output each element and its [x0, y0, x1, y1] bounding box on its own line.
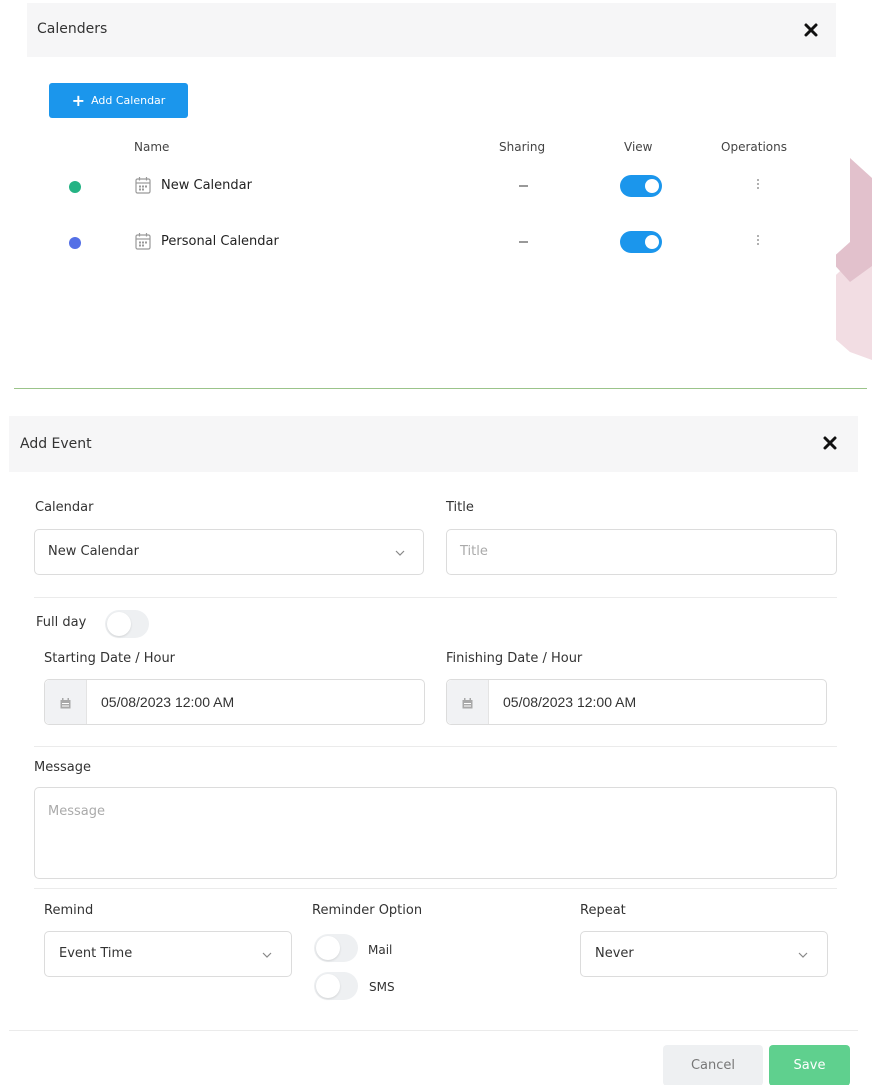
toggle-knob: [645, 179, 659, 193]
cancel-button[interactable]: Cancel: [663, 1045, 763, 1085]
mail-label: Mail: [368, 943, 393, 957]
repeat-select[interactable]: Never: [580, 931, 828, 977]
column-header-operations: Operations: [721, 140, 787, 154]
start-date-label: Starting Date / Hour: [44, 651, 176, 666]
title-input[interactable]: Title: [446, 529, 837, 575]
finish-date-input[interactable]: 05/08/2023 12:00 AM: [446, 679, 827, 725]
calendar-icon: [60, 698, 71, 709]
view-toggle[interactable]: [620, 175, 662, 197]
footer-divider: [9, 1030, 858, 1031]
finish-date-addon: [447, 680, 489, 724]
full-day-toggle[interactable]: [105, 610, 149, 638]
close-icon: [823, 436, 837, 450]
save-button[interactable]: Save: [769, 1045, 850, 1085]
sharing-dash: [519, 241, 528, 243]
column-header-view: View: [624, 140, 653, 154]
remind-select[interactable]: Event Time: [44, 931, 292, 977]
chevron-down-icon: [798, 952, 808, 958]
save-label: Save: [793, 1058, 826, 1073]
calendar-icon: [135, 232, 151, 250]
operations-menu-button[interactable]: [755, 234, 761, 250]
calendar-color-dot: [69, 237, 81, 249]
remind-select-value: Event Time: [59, 946, 133, 961]
chevron-down-icon: [395, 550, 405, 556]
calendar-row: New Calendar: [27, 166, 836, 206]
calendar-icon: [462, 698, 473, 709]
title-placeholder: Title: [460, 544, 488, 559]
divider: [34, 746, 837, 747]
toggle-knob: [107, 612, 131, 636]
toggle-knob: [316, 974, 340, 998]
plus-icon: +: [71, 90, 86, 110]
sms-label: SMS: [369, 980, 395, 994]
calendar-color-dot: [69, 181, 81, 193]
calendar-select-value: New Calendar: [48, 544, 139, 559]
calendars-title: Calenders: [37, 21, 108, 37]
close-add-event-button[interactable]: [821, 434, 843, 456]
repeat-label: Repeat: [580, 903, 626, 918]
operations-menu-button[interactable]: [755, 178, 761, 194]
divider: [34, 597, 837, 598]
full-day-label: Full day: [36, 615, 87, 630]
calendar-select[interactable]: New Calendar: [34, 529, 424, 575]
toggle-knob: [316, 936, 340, 960]
repeat-select-value: Never: [595, 946, 634, 961]
close-icon: [804, 23, 818, 37]
remind-label: Remind: [44, 903, 94, 918]
add-event-title: Add Event: [20, 436, 92, 452]
calendar-icon: [135, 176, 151, 194]
sharing-dash: [519, 185, 528, 187]
divider: [34, 888, 837, 889]
calendars-header: Calenders: [27, 3, 836, 57]
add-calendar-label: Add Calendar: [91, 94, 166, 107]
close-calendars-button[interactable]: [802, 21, 824, 43]
add-calendar-button[interactable]: + Add Calendar: [49, 83, 188, 118]
start-date-addon: [45, 680, 87, 724]
reminder-option-label: Reminder Option: [312, 903, 423, 918]
message-label: Message: [34, 760, 91, 775]
sms-toggle[interactable]: [314, 972, 358, 1000]
finish-date-value: 05/08/2023 12:00 AM: [503, 694, 637, 710]
chevron-down-icon: [262, 952, 272, 958]
toggle-knob: [645, 235, 659, 249]
message-placeholder: Message: [48, 804, 105, 819]
calendar-name: New Calendar: [161, 178, 252, 193]
finish-date-label: Finishing Date / Hour: [446, 651, 583, 666]
start-date-input[interactable]: 05/08/2023 12:00 AM: [44, 679, 425, 725]
calendar-row: Personal Calendar: [27, 222, 836, 262]
cancel-label: Cancel: [690, 1058, 736, 1073]
message-textarea[interactable]: Message: [34, 787, 837, 879]
view-toggle[interactable]: [620, 231, 662, 253]
column-header-name: Name: [134, 140, 170, 154]
section-divider: [14, 388, 867, 389]
mail-toggle[interactable]: [314, 934, 358, 962]
title-label: Title: [446, 500, 474, 515]
calendars-panel: Calenders + Add Calendar Name Sharing Vi…: [27, 3, 836, 383]
add-event-header: Add Event: [9, 416, 858, 472]
start-date-value: 05/08/2023 12:00 AM: [101, 694, 235, 710]
calendar-label: Calendar: [35, 500, 94, 515]
calendar-name: Personal Calendar: [161, 234, 279, 249]
column-header-sharing: Sharing: [499, 140, 546, 154]
